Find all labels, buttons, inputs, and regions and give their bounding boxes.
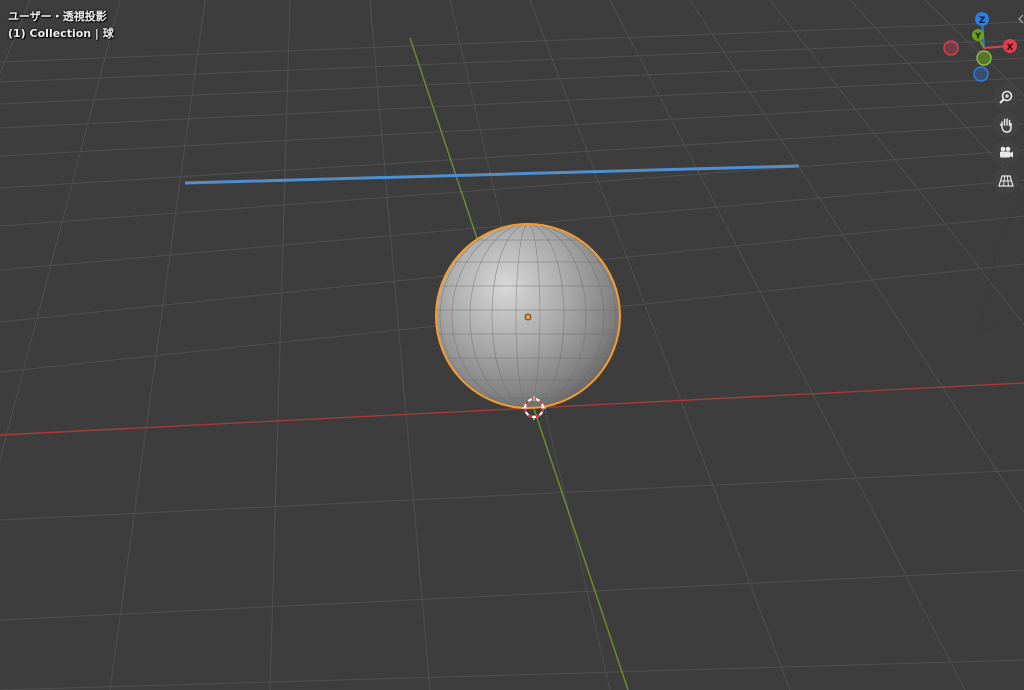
pan-button[interactable]	[993, 112, 1019, 138]
gizmo-x-label: X	[1007, 43, 1014, 53]
object-origin	[524, 313, 532, 321]
gizmo-z-label: Z	[979, 16, 986, 26]
perspective-toggle-button[interactable]	[993, 168, 1019, 194]
view-mode-label: ユーザー・透視投影	[8, 10, 107, 23]
gizmo-z[interactable]: Z	[975, 12, 989, 26]
gizmo-neg-x[interactable]	[943, 40, 959, 56]
collection-label: (1) Collection | 球	[8, 27, 114, 40]
gizmo-neg-z[interactable]	[973, 66, 989, 82]
gizmo-neg-y[interactable]	[976, 50, 992, 66]
camera-view-button[interactable]	[993, 140, 1019, 166]
zoom-button[interactable]	[993, 84, 1019, 110]
object-edge-right	[977, 189, 1024, 331]
gizmo-y-label: Y	[974, 32, 981, 41]
camera-icon	[1000, 146, 1013, 158]
gizmo-x[interactable]: X	[1003, 39, 1017, 53]
sphere-object[interactable]	[430, 223, 626, 409]
zoom-icon	[999, 90, 1013, 104]
chevron-left-icon[interactable]	[1017, 11, 1024, 27]
grid-icon	[998, 175, 1014, 187]
gizmo-y[interactable]: Y	[972, 29, 984, 41]
hand-icon	[999, 118, 1012, 133]
3d-viewport[interactable]: Z Y X	[0, 0, 1024, 690]
